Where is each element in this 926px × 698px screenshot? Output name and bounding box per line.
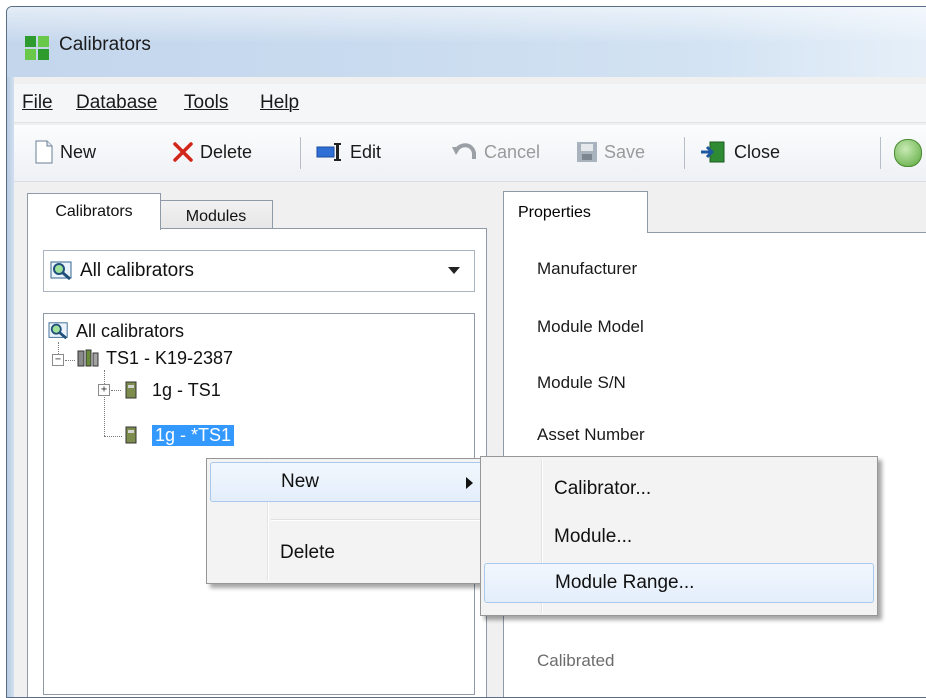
filter-combo[interactable]: All calibrators xyxy=(43,250,475,292)
new-document-icon xyxy=(35,140,53,164)
tab-calibrators-label: Calibrators xyxy=(55,203,133,220)
context-menu: New Delete xyxy=(206,458,492,584)
tab-properties[interactable]: Properties xyxy=(503,191,648,233)
menu-separator xyxy=(271,519,487,521)
menu-item-new-module-range[interactable]: Module Range... xyxy=(484,563,874,603)
toolbar-separator xyxy=(684,137,685,169)
menu-item-new-calibrator-label: Calibrator... xyxy=(554,478,652,499)
tab-properties-label: Properties xyxy=(518,203,591,221)
menu-item-new-module-range-label: Module Range... xyxy=(555,572,695,593)
property-label: Manufacturer xyxy=(537,259,638,278)
menu-file-label: File xyxy=(22,92,53,113)
save-disk-icon xyxy=(577,142,597,162)
calibrators-app-icon xyxy=(25,36,49,60)
edit-icon xyxy=(316,143,341,161)
submenu: Calibrator... Module... Module Range... xyxy=(480,456,878,616)
menu-item-new-calibrator[interactable]: Calibrator... xyxy=(484,469,874,509)
toolbar-separator xyxy=(300,137,301,169)
menu-help-label: Help xyxy=(260,92,300,113)
menu-item-new[interactable]: New xyxy=(210,462,488,502)
menu-item-new-label: New xyxy=(281,471,320,492)
tree-node-calibrator[interactable]: TS1 - K19-2387 xyxy=(76,347,233,369)
window-frame-left xyxy=(7,77,14,697)
tree-node-root-label: All calibrators xyxy=(76,320,185,341)
edit-button-label: Edit xyxy=(350,141,382,162)
delete-button-label: Delete xyxy=(200,141,253,162)
menu-item-new-module-label: Module... xyxy=(554,526,633,547)
module-icon xyxy=(125,426,137,444)
close-button[interactable]: Close xyxy=(700,137,780,167)
chevron-down-icon[interactable] xyxy=(448,267,460,274)
menu-help[interactable]: Help xyxy=(260,92,299,114)
tree-collapse-icon[interactable]: − xyxy=(52,354,64,366)
tab-calibrators[interactable]: Calibrators xyxy=(27,193,161,230)
tree-node-root[interactable]: All calibrators xyxy=(48,320,184,342)
menu-item-delete[interactable]: Delete xyxy=(210,533,488,573)
edit-button[interactable]: Edit xyxy=(316,137,381,167)
toolbar: New Delete Edit Cancel Save Close xyxy=(14,125,926,182)
tree-node-module-selected-label: 1g - *TS1 xyxy=(152,424,235,446)
title-bar[interactable]: Calibrators xyxy=(7,7,926,77)
menu-bar: File Database Tools Help xyxy=(14,84,926,123)
chevron-right-icon xyxy=(466,477,473,489)
search-filter-icon xyxy=(48,322,68,340)
save-button[interactable]: Save xyxy=(576,137,645,167)
menu-database[interactable]: Database xyxy=(76,92,157,114)
delete-x-icon xyxy=(173,142,193,162)
menu-database-label: Database xyxy=(76,92,158,113)
tree-line xyxy=(65,360,75,361)
tab-modules-label: Modules xyxy=(185,208,247,225)
save-button-label: Save xyxy=(604,141,646,162)
tree-node-module[interactable]: 1g - TS1 xyxy=(124,379,221,401)
window-title: Calibrators xyxy=(59,34,151,55)
close-exit-icon xyxy=(701,141,725,163)
tree-node-calibrator-label: TS1 - K19-2387 xyxy=(106,347,234,368)
tree-node-module-selected[interactable]: 1g - *TS1 xyxy=(124,424,235,446)
property-label: Calibrated xyxy=(537,651,615,670)
search-filter-icon xyxy=(50,261,72,281)
new-button-label: New xyxy=(60,141,97,162)
close-button-label: Close xyxy=(734,141,781,162)
help-icon[interactable] xyxy=(894,139,922,167)
new-button[interactable]: New xyxy=(34,137,96,167)
cancel-button[interactable]: Cancel xyxy=(452,137,540,167)
menu-file[interactable]: File xyxy=(22,92,53,114)
tree-line xyxy=(111,390,121,391)
tree-line xyxy=(104,370,105,436)
menu-tools[interactable]: Tools xyxy=(184,92,228,114)
calibrator-device-icon xyxy=(77,349,99,367)
property-label: Asset Number xyxy=(537,425,645,444)
tree-line xyxy=(104,436,122,437)
left-pane: Calibrators Modules All calibrators All … xyxy=(17,190,487,697)
property-label: Module S/N xyxy=(537,373,626,392)
menu-tools-label: Tools xyxy=(184,92,229,113)
module-icon xyxy=(125,381,137,399)
filter-combo-value: All calibrators xyxy=(80,260,195,281)
delete-button[interactable]: Delete xyxy=(172,137,252,167)
toolbar-separator xyxy=(880,137,881,169)
tree-node-module-label: 1g - TS1 xyxy=(152,379,221,400)
menu-item-delete-label: Delete xyxy=(280,542,335,563)
menu-item-new-module[interactable]: Module... xyxy=(484,517,874,557)
undo-icon xyxy=(452,143,476,159)
property-label: Module Model xyxy=(537,317,644,336)
cancel-button-label: Cancel xyxy=(484,141,541,162)
tree-expand-icon[interactable]: + xyxy=(98,384,110,396)
